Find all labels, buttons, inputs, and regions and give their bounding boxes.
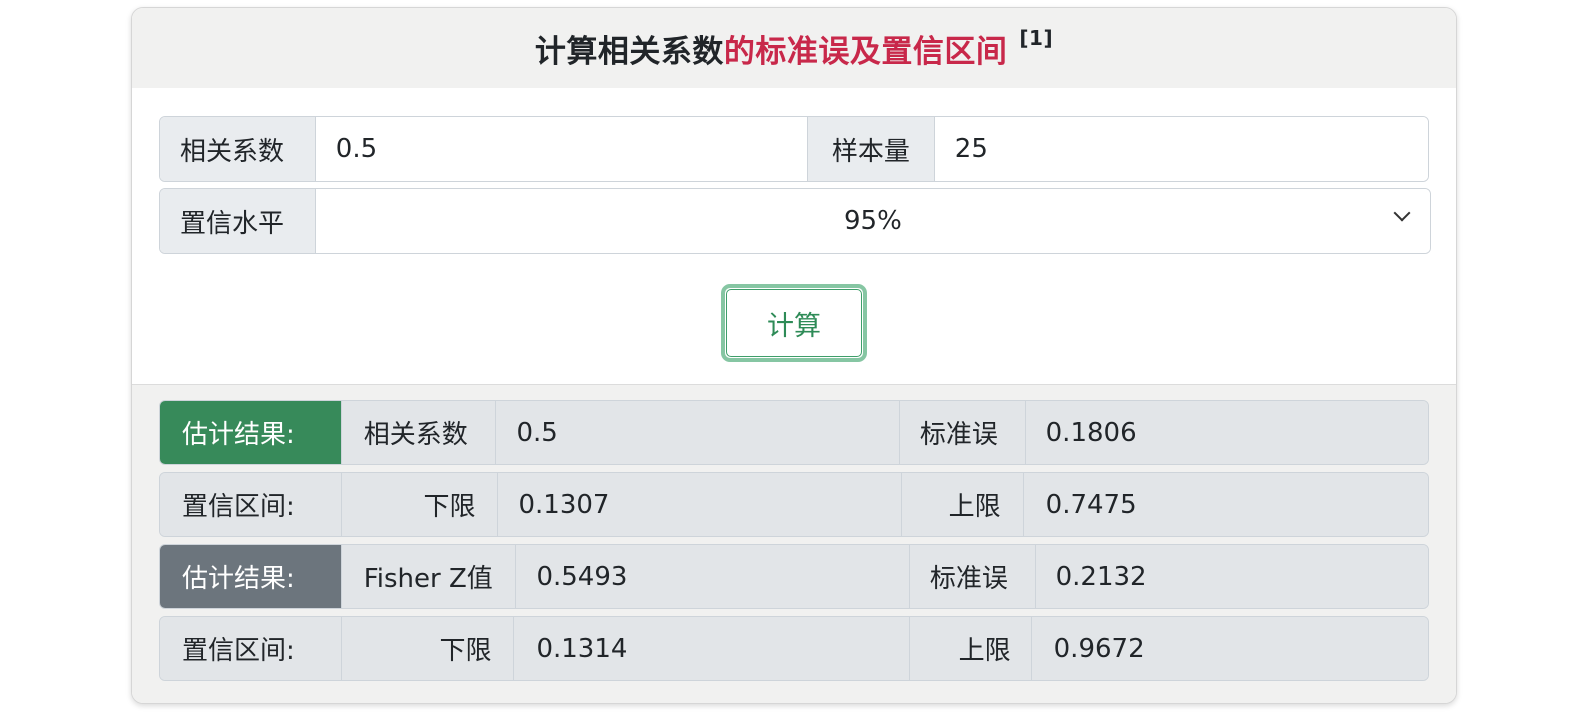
input-group-confidence: 置信水平 95%	[159, 188, 1431, 254]
sample-size-label: 样本量	[807, 117, 934, 181]
input-group-corr-n: 相关系数 0.5 样本量 25	[159, 116, 1429, 182]
calculate-button-label: 计算	[767, 310, 821, 342]
corr-label: 相关系数	[160, 117, 315, 181]
result-label-upper: 上限	[900, 473, 1023, 536]
result-label-se: 标准误	[898, 401, 1025, 464]
calculator-card: 计算相关系数 的标准误及置信区间 [1] 相关系数 0.5 样本量 25 置信水平 …	[131, 7, 1457, 704]
reference-link[interactable]: [1]	[1019, 26, 1053, 50]
results-panel: 估计结果: 相关系数 0.5 标准误 0.1806 置信区间: 下限 0.130…	[132, 384, 1456, 703]
result-label-fisher-ci: 置信区间:	[160, 617, 341, 680]
result-value-fisher-upper: 0.9672	[1030, 617, 1428, 680]
result-badge-fisher: 估计结果:	[160, 545, 341, 608]
calculate-button[interactable]: 计算	[721, 284, 867, 362]
confidence-value: 95%	[843, 206, 902, 236]
confidence-select[interactable]: 95%	[314, 189, 1430, 253]
result-value-fisher-lower: 0.1314	[513, 617, 909, 680]
result-label-fisher-z: Fisher Z值	[340, 545, 516, 608]
result-value-fisher-se: 0.2132	[1034, 545, 1428, 608]
result-label-correlation: 相关系数	[340, 401, 496, 464]
result-value-upper: 0.7475	[1022, 473, 1428, 536]
result-row-correlation: 估计结果: 相关系数 0.5 标准误 0.1806	[159, 400, 1429, 465]
result-value-correlation: 0.5	[495, 401, 899, 464]
title-main: 计算相关系数	[534, 33, 724, 70]
chevron-down-icon	[1393, 204, 1411, 222]
sample-size-input[interactable]: 25	[933, 117, 1428, 181]
result-row-fisher-ci: 置信区间: 下限 0.1314 上限 0.9672	[159, 616, 1429, 681]
result-label-fisher-se: 标准误	[908, 545, 1035, 608]
result-badge-correlation: 估计结果:	[160, 401, 341, 464]
result-row-ci: 置信区间: 下限 0.1307 上限 0.7475	[159, 472, 1429, 537]
result-label-lower: 下限	[340, 473, 498, 536]
result-value-fisher-z: 0.5493	[515, 545, 909, 608]
input-form: 相关系数 0.5 样本量 25 置信水平 95% 计算	[132, 88, 1456, 384]
title-accent: 的标准误及置信区间	[723, 33, 1008, 70]
result-value-se: 0.1806	[1024, 401, 1428, 464]
confidence-label: 置信水平	[160, 189, 315, 253]
result-label-ci: 置信区间:	[160, 473, 341, 536]
corr-input[interactable]: 0.5	[314, 117, 807, 181]
result-label-fisher-lower: 下限	[340, 617, 514, 680]
card-header: 计算相关系数 的标准误及置信区间 [1]	[132, 8, 1456, 89]
result-value-lower: 0.1307	[497, 473, 901, 536]
result-row-fisher: 估计结果: Fisher Z值 0.5493 标准误 0.2132	[159, 544, 1429, 609]
result-label-fisher-upper: 上限	[908, 617, 1031, 680]
